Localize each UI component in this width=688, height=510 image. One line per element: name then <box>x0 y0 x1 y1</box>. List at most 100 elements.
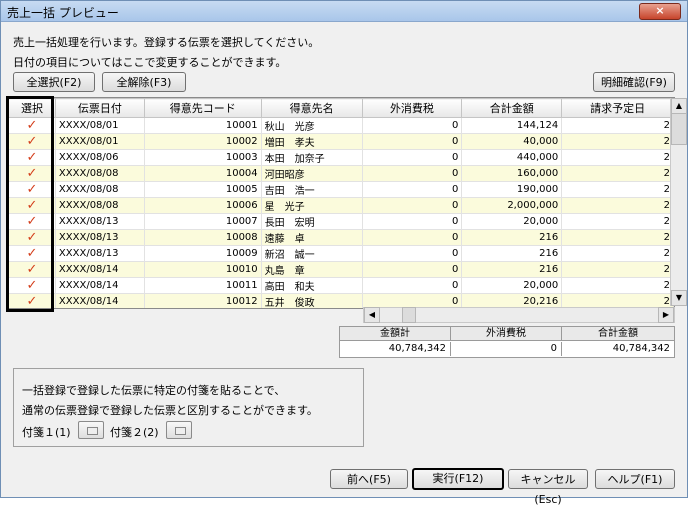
table-row[interactable]: ✓ XXXX/08/14 10011 高田 和夫 0 20,000 2 <box>8 277 674 294</box>
customer-code-cell: 10003 <box>143 149 262 166</box>
col-header-tax[interactable]: 外消費税 <box>361 98 463 118</box>
grid-header-row: 選択 伝票日付 得意先コード 得意先名 外消費税 合計金額 請求予定日 <box>8 98 674 118</box>
deselect-all-button[interactable]: 全解除(F3) <box>102 72 186 92</box>
close-button[interactable]: × <box>639 3 681 20</box>
due-date-cell[interactable]: 2 <box>561 245 674 262</box>
check-icon[interactable]: ✓ <box>8 165 56 182</box>
slip-date-cell[interactable]: XXXX/08/13 <box>54 213 145 230</box>
customer-name-cell: 本田 加奈子 <box>260 149 363 166</box>
check-icon[interactable]: ✓ <box>8 149 56 166</box>
due-date-cell[interactable]: 2 <box>561 117 674 134</box>
scroll-left-arrow-icon[interactable]: ◀ <box>364 307 380 323</box>
slip-date-cell[interactable]: XXXX/08/01 <box>54 133 145 150</box>
slip-date-cell[interactable]: XXXX/08/01 <box>54 117 145 134</box>
col-header-due-date[interactable]: 請求予定日 <box>561 98 674 118</box>
table-row[interactable]: ✓ XXXX/08/13 10007 長田 宏明 0 20,000 2 <box>8 213 674 230</box>
slip-date-cell[interactable]: XXXX/08/06 <box>54 149 145 166</box>
customer-name-cell: 河田昭彦 <box>260 165 363 182</box>
detail-confirm-button[interactable]: 明細確認(F9) <box>593 72 675 92</box>
check-icon[interactable]: ✓ <box>8 133 56 150</box>
slip-date-cell[interactable]: XXXX/08/14 <box>54 261 145 278</box>
slip-date-cell[interactable]: XXXX/08/14 <box>54 293 145 308</box>
check-icon[interactable]: ✓ <box>8 277 56 294</box>
tag-description-2: 通常の伝票登録で登録した伝票と区別することができます。 <box>22 404 318 417</box>
customer-code-cell: 10001 <box>143 117 262 134</box>
totals-box: 金額計 外消費税 合計金額 40,784,342 0 40,784,342 <box>339 326 675 358</box>
prev-button[interactable]: 前へ(F5) <box>330 469 408 489</box>
table-row[interactable]: ✓ XXXX/08/14 10010 丸島 章 0 216 2 <box>8 261 674 278</box>
due-date-cell[interactable]: 2 <box>561 133 674 150</box>
tax-cell: 0 <box>361 245 463 262</box>
check-icon[interactable]: ✓ <box>8 245 56 262</box>
due-date-cell[interactable]: 2 <box>561 213 674 230</box>
totals-value-total: 40,784,342 <box>612 343 670 354</box>
check-icon[interactable]: ✓ <box>8 261 56 278</box>
customer-name-cell: 長田 宏明 <box>260 213 363 230</box>
tax-cell: 0 <box>361 277 463 294</box>
check-icon[interactable]: ✓ <box>8 181 56 198</box>
cancel-button[interactable]: キャンセル(Esc) <box>508 469 588 506</box>
table-row[interactable]: ✓ XXXX/08/08 10005 吉田 浩一 0 190,000 2 <box>8 181 674 198</box>
due-date-cell[interactable]: 2 <box>561 229 674 246</box>
table-row[interactable]: ✓ XXXX/08/13 10009 新沼 誠一 0 216 2 <box>8 245 674 262</box>
vertical-scrollbar[interactable]: ▲ ▼ <box>670 98 687 306</box>
scroll-right-arrow-icon[interactable]: ▶ <box>658 307 674 323</box>
tag2-button[interactable] <box>166 421 192 439</box>
total-cell: 440,000 <box>461 149 563 166</box>
customer-name-cell: 遠藤 卓 <box>260 229 363 246</box>
total-cell: 20,000 <box>461 277 563 294</box>
slip-date-cell[interactable]: XXXX/08/13 <box>54 229 145 246</box>
customer-code-cell: 10010 <box>143 261 262 278</box>
col-header-customer-name[interactable]: 得意先名 <box>260 98 363 118</box>
check-icon[interactable]: ✓ <box>8 213 56 230</box>
tax-cell: 0 <box>361 117 463 134</box>
col-header-customer-code[interactable]: 得意先コード <box>143 98 262 118</box>
col-header-total[interactable]: 合計金額 <box>461 98 563 118</box>
customer-code-cell: 10008 <box>143 229 262 246</box>
total-cell: 216 <box>461 245 563 262</box>
tag1-label: 付箋１(1) <box>22 426 71 439</box>
table-row[interactable]: ✓ XXXX/08/01 10002 増田 孝夫 0 40,000 2 <box>8 133 674 150</box>
table-row[interactable]: ✓ XXXX/08/06 10003 本田 加奈子 0 440,000 2 <box>8 149 674 166</box>
execute-button[interactable]: 実行(F12) <box>412 468 504 490</box>
select-all-button[interactable]: 全選択(F2) <box>13 72 95 92</box>
due-date-cell[interactable]: 2 <box>561 197 674 214</box>
check-icon[interactable]: ✓ <box>8 229 56 246</box>
slip-date-cell[interactable]: XXXX/08/13 <box>54 245 145 262</box>
customer-name-cell: 新沼 誠一 <box>260 245 363 262</box>
horizontal-scrollbar[interactable]: ◀ ▶ <box>363 307 675 323</box>
due-date-cell[interactable]: 2 <box>561 277 674 294</box>
slip-grid[interactable]: 選択 伝票日付 得意先コード 得意先名 外消費税 合計金額 請求予定日 ✓ XXX… <box>7 97 675 309</box>
total-cell: 20,000 <box>461 213 563 230</box>
check-icon[interactable]: ✓ <box>8 117 56 134</box>
hscroll-thumb[interactable] <box>402 307 416 323</box>
total-cell: 190,000 <box>461 181 563 198</box>
due-date-cell[interactable]: 2 <box>561 261 674 278</box>
table-row[interactable]: ✓ XXXX/08/08 10006 星 光子 0 2,000,000 2 <box>8 197 674 214</box>
slip-date-cell[interactable]: XXXX/08/08 <box>54 197 145 214</box>
slip-date-cell[interactable]: XXXX/08/08 <box>54 181 145 198</box>
slip-date-cell[interactable]: XXXX/08/08 <box>54 165 145 182</box>
scroll-down-arrow-icon[interactable]: ▼ <box>671 290 687 306</box>
due-date-cell[interactable]: 2 <box>561 149 674 166</box>
customer-code-cell: 10005 <box>143 181 262 198</box>
title-bar: 売上一括 プレビュー × <box>1 1 687 22</box>
check-icon[interactable]: ✓ <box>8 293 56 308</box>
due-date-cell[interactable]: 2 <box>561 165 674 182</box>
table-row[interactable]: ✓ XXXX/08/01 10001 秋山 光彦 0 144,124 2 <box>8 117 674 134</box>
due-date-cell[interactable]: 2 <box>561 181 674 198</box>
help-button[interactable]: ヘルプ(F1) <box>595 469 675 489</box>
slip-date-cell[interactable]: XXXX/08/14 <box>54 277 145 294</box>
tag1-button[interactable] <box>78 421 104 439</box>
tax-cell: 0 <box>361 197 463 214</box>
totals-value-amount: 40,784,342 <box>340 342 451 356</box>
table-row[interactable]: ✓ XXXX/08/13 10008 遠藤 卓 0 216 2 <box>8 229 674 246</box>
scroll-up-arrow-icon[interactable]: ▲ <box>671 98 687 114</box>
col-header-date[interactable]: 伝票日付 <box>54 98 145 118</box>
customer-code-cell: 10006 <box>143 197 262 214</box>
tax-cell: 0 <box>361 213 463 230</box>
check-icon[interactable]: ✓ <box>8 197 56 214</box>
col-header-select[interactable]: 選択 <box>8 98 56 118</box>
table-row[interactable]: ✓ XXXX/08/08 10004 河田昭彦 0 160,000 2 <box>8 165 674 182</box>
scroll-thumb[interactable] <box>671 113 687 145</box>
